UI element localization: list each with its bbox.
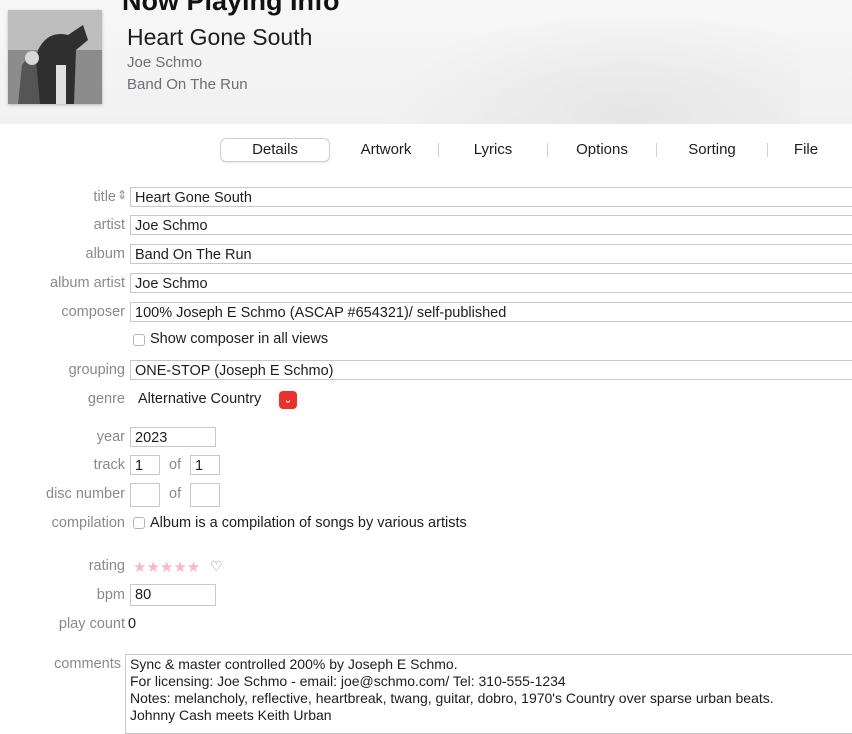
tab-sorting[interactable]: Sorting xyxy=(657,139,767,161)
comments-line: Sync & master controlled 200% by Joseph … xyxy=(130,656,458,672)
compilation-checkbox-label[interactable]: Album is a compilation of songs by vario… xyxy=(150,515,467,531)
album-artwork[interactable] xyxy=(8,10,102,104)
tab-bar: Details Artwork Lyrics Options Sorting F… xyxy=(220,138,852,162)
bpm-field[interactable]: 80 xyxy=(130,584,216,606)
tab-artwork[interactable]: Artwork xyxy=(334,139,438,161)
tab-details[interactable]: Details xyxy=(220,138,330,162)
song-header: Now Playing Info Heart Gone South Joe Sc… xyxy=(0,0,852,124)
rating-stars[interactable]: ★★★★★ xyxy=(133,558,200,576)
genre-popup[interactable]: Alternative Country xyxy=(138,391,261,407)
track-of-label: of xyxy=(169,457,182,473)
tab-options[interactable]: Options xyxy=(548,139,656,161)
album-label: album xyxy=(85,246,126,262)
album-artist-field[interactable]: Joe Schmo xyxy=(130,273,852,293)
play-count-value: 0 xyxy=(128,616,137,632)
header-sheen xyxy=(380,10,800,124)
composer-field[interactable]: 100% Joseph E Schmo (ASCAP #654321)/ sel… xyxy=(130,302,852,322)
album-artist-label: album artist xyxy=(50,275,125,291)
comments-line: Johnny Cash meets Keith Urban xyxy=(130,707,332,723)
show-composer-label[interactable]: Show composer in all views xyxy=(150,331,328,347)
comments-line: For licensing: Joe Schmo - email: joe@sc… xyxy=(130,673,566,689)
year-label: year xyxy=(96,429,125,445)
love-heart-icon[interactable]: ♡ xyxy=(210,558,223,575)
year-field[interactable]: 2023 xyxy=(130,427,216,447)
grouping-field[interactable]: ONE-STOP (Joseph E Schmo) xyxy=(130,360,852,380)
comments-label: comments xyxy=(54,656,121,672)
composer-label: composer xyxy=(61,304,125,320)
comments-line: Notes: melancholy, reflective, heartbrea… xyxy=(130,690,774,706)
cropped-heading: Now Playing Info xyxy=(122,0,340,16)
artist-label: artist xyxy=(93,217,125,233)
track-label: track xyxy=(93,457,125,473)
bpm-label: bpm xyxy=(96,587,125,603)
chevron-down-icon[interactable]: ⌄ xyxy=(279,391,297,409)
tab-file[interactable]: File xyxy=(768,139,844,161)
song-title: Heart Gone South xyxy=(127,24,313,50)
grouping-label: grouping xyxy=(68,362,125,378)
rating-label: rating xyxy=(88,558,125,574)
song-artist: Joe Schmo xyxy=(127,54,203,71)
disc-of-label: of xyxy=(169,486,182,502)
song-album: Band On The Run xyxy=(127,76,248,93)
album-field[interactable]: Band On The Run xyxy=(130,244,852,264)
title-label: title xyxy=(93,189,116,205)
track-total-field[interactable]: 1 xyxy=(190,455,220,475)
show-composer-checkbox[interactable] xyxy=(133,334,145,346)
artwork-image-icon xyxy=(8,10,102,104)
genre-label: genre xyxy=(87,391,125,407)
title-field[interactable]: Heart Gone South xyxy=(130,187,852,207)
disc-number-label: disc number xyxy=(46,486,125,502)
artist-field[interactable]: Joe Schmo xyxy=(130,215,852,235)
disc-total-field[interactable] xyxy=(190,483,220,507)
tab-lyrics[interactable]: Lyrics xyxy=(439,139,547,161)
sort-arrows-icon[interactable]: ⇕ xyxy=(117,188,127,202)
compilation-label: compilation xyxy=(51,515,125,531)
comments-field[interactable]: Sync & master controlled 200% by Joseph … xyxy=(125,654,852,734)
track-number-field[interactable]: 1 xyxy=(130,455,160,475)
play-count-label: play count xyxy=(58,616,125,632)
compilation-checkbox[interactable] xyxy=(133,517,145,529)
disc-number-field[interactable] xyxy=(130,483,160,507)
